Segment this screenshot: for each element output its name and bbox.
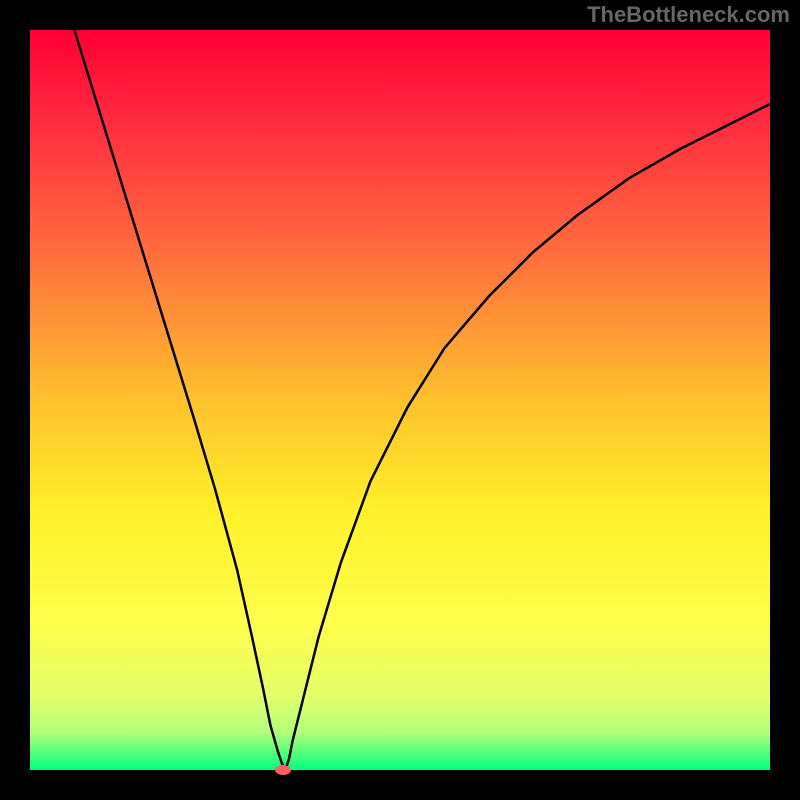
chart-figure: TheBottleneck.com	[0, 0, 800, 800]
plot-svg	[0, 0, 800, 800]
watermark-text: TheBottleneck.com	[587, 2, 790, 28]
minimum-marker	[275, 765, 291, 775]
plot-area	[30, 30, 770, 770]
